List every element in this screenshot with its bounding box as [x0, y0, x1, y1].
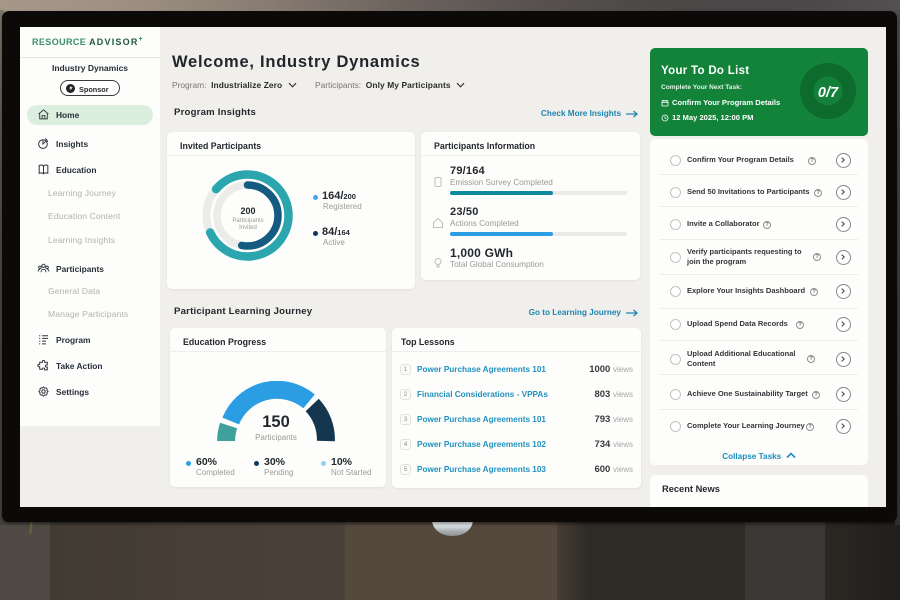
svg-text:0/7: 0/7: [818, 85, 839, 101]
